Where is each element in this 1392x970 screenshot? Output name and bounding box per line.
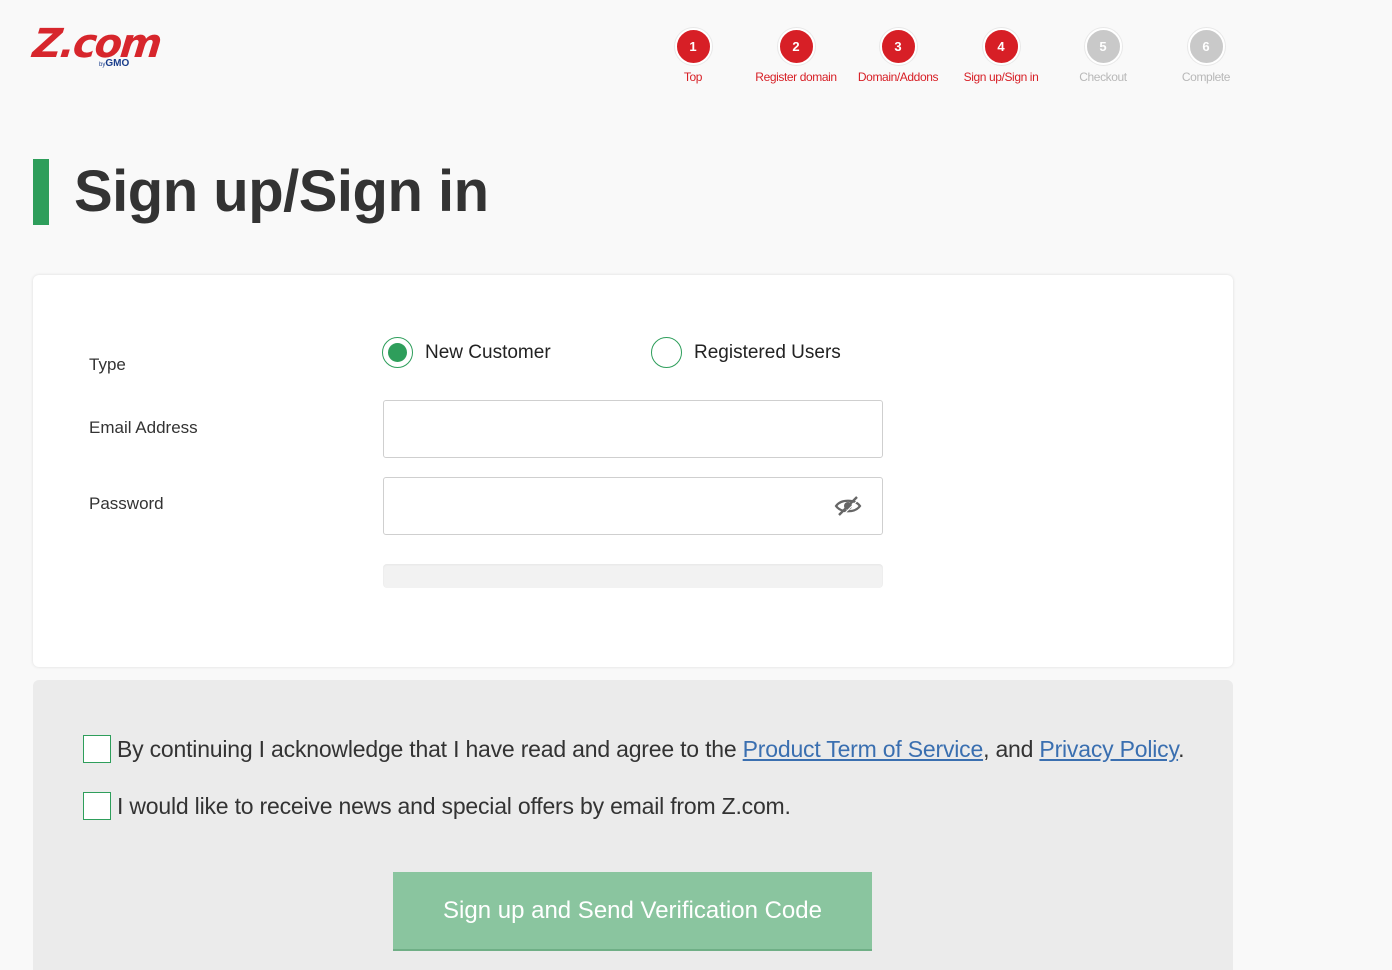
terms-prefix: By continuing I acknowledge that I have … — [117, 735, 743, 762]
step-label: Sign up/Sign in — [963, 70, 1039, 84]
step-sign-up-sign-in: 4 Sign up/Sign in — [950, 28, 1052, 84]
step-number: 3 — [879, 28, 917, 65]
step-label: Checkout — [1079, 70, 1127, 84]
radio-new-customer[interactable]: New Customer — [382, 337, 551, 368]
newsletter-text: I would like to receive news and special… — [117, 792, 791, 819]
step-number: 5 — [1084, 28, 1122, 65]
radio-registered-users[interactable]: Registered Users — [651, 337, 841, 368]
page-title: Sign up/Sign in — [74, 159, 489, 224]
password-field[interactable] — [383, 477, 883, 535]
step-label: Register domain — [755, 70, 837, 84]
radio-circle-unchecked[interactable] — [651, 337, 682, 368]
radio-dot — [388, 343, 407, 362]
step-domain-addons: 3 Domain/Addons — [847, 28, 949, 84]
consent-panel: By continuing I acknowledge that I have … — [33, 680, 1233, 970]
email-label: Email Address — [89, 418, 198, 437]
password-label: Password — [89, 494, 164, 513]
step-number: 1 — [674, 28, 712, 65]
step-register-domain: 2 Register domain — [745, 28, 847, 84]
radio-registered-users-label[interactable]: Registered Users — [694, 342, 841, 364]
step-label: Top — [683, 70, 703, 84]
step-label: Complete — [1181, 70, 1231, 84]
terms-consent-row: By continuing I acknowledge that I have … — [83, 735, 1184, 763]
logo-sub-gmo: GMO — [105, 58, 130, 69]
step-top: 1 Top — [642, 28, 744, 84]
signup-submit-button[interactable]: Sign up and Send Verification Code — [393, 872, 872, 951]
terms-middle: , and — [983, 735, 1040, 762]
product-terms-link[interactable]: Product Term of Service — [743, 736, 984, 762]
site-logo[interactable]: Z.com byGMO — [31, 21, 213, 72]
newsletter-consent-row: I would like to receive news and special… — [83, 792, 791, 820]
step-number: 6 — [1187, 28, 1225, 65]
step-label: Domain/Addons — [857, 70, 939, 84]
signin-form-card: Type New Customer Registered Users Email… — [33, 275, 1233, 667]
radio-new-customer-label[interactable]: New Customer — [425, 342, 551, 364]
eye-slash-icon[interactable] — [834, 495, 862, 517]
privacy-policy-link[interactable]: Privacy Policy — [1039, 736, 1178, 762]
terms-suffix: . — [1178, 735, 1185, 762]
step-number: 2 — [777, 28, 815, 65]
step-checkout: 5 Checkout — [1052, 28, 1154, 84]
terms-checkbox[interactable] — [83, 735, 111, 763]
newsletter-checkbox[interactable] — [83, 792, 111, 820]
title-accent-bar — [33, 159, 49, 225]
email-field[interactable] — [383, 400, 883, 458]
step-number: 4 — [982, 28, 1020, 65]
terms-text: By continuing I acknowledge that I have … — [117, 736, 1184, 763]
logo-sub-brand: byGMO — [99, 58, 129, 69]
password-strength-bar — [383, 564, 883, 588]
type-label: Type — [89, 355, 126, 374]
radio-circle-checked[interactable] — [382, 337, 413, 368]
progress-steps: 1 Top 2 Register domain 3 Domain/Addons … — [642, 28, 1258, 88]
step-complete: 6 Complete — [1155, 28, 1257, 84]
